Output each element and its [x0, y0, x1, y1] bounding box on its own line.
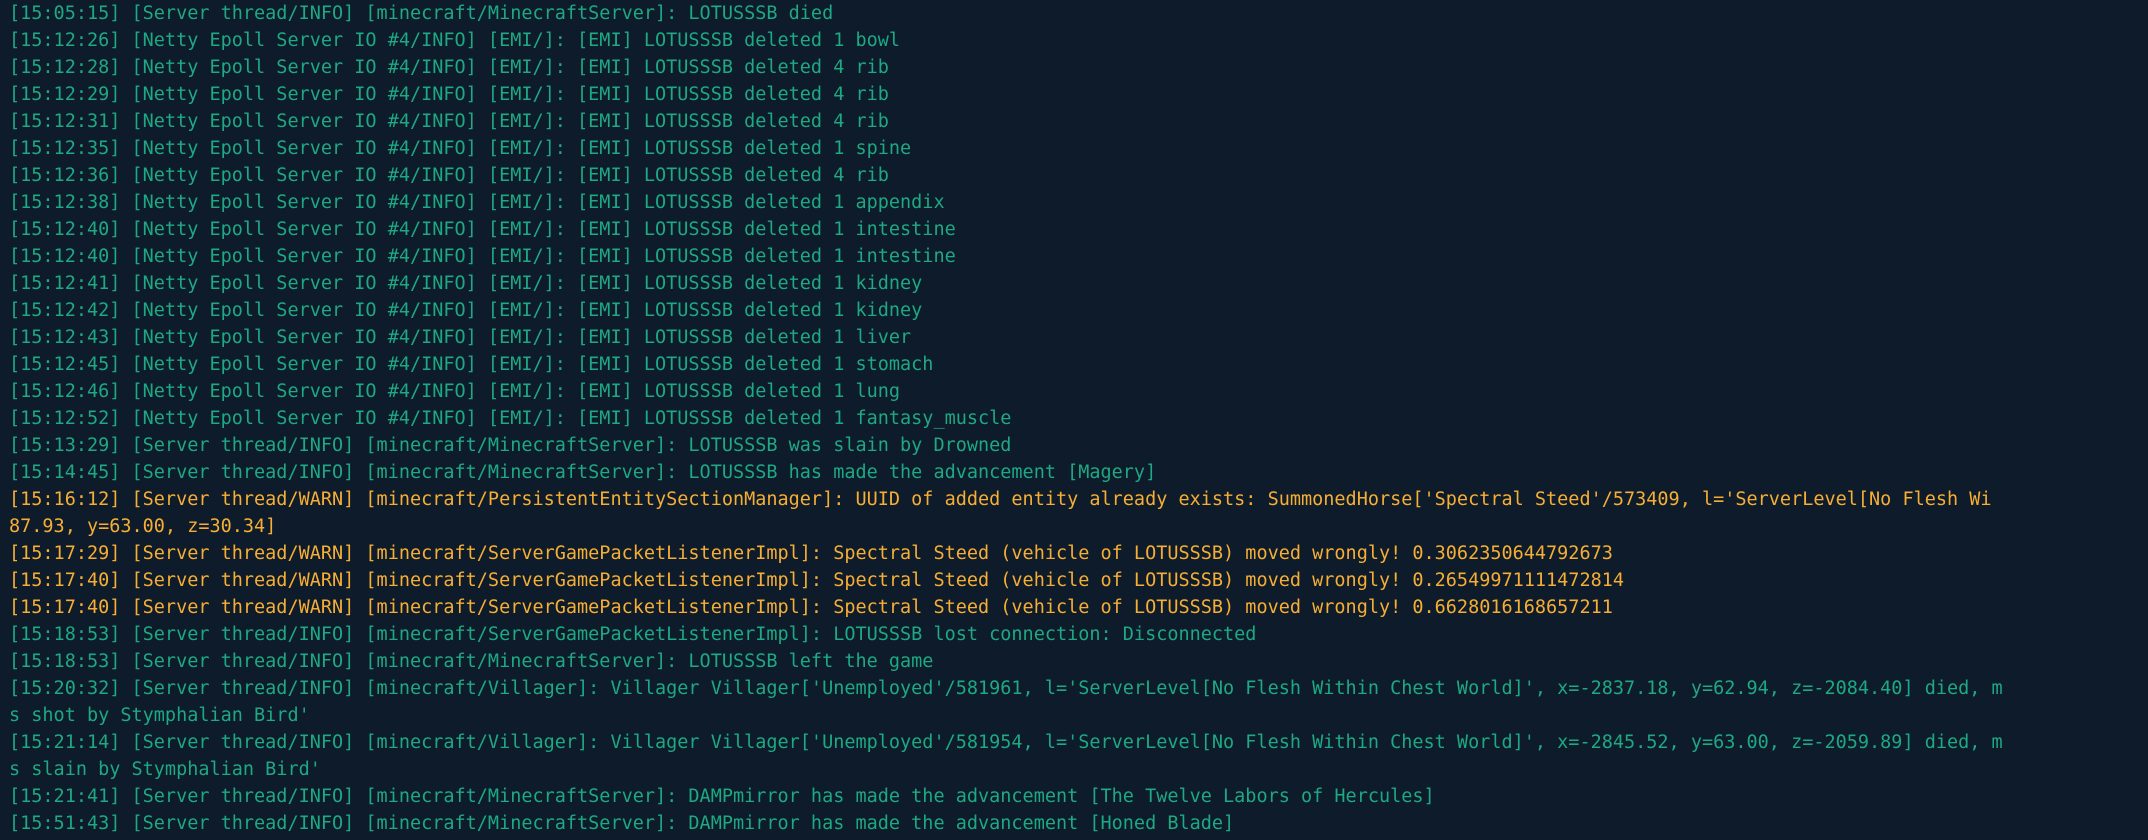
log-line-info: s slain by Stymphalian Bird': [9, 759, 321, 780]
log-line-info: [15:51:43] [Server thread/INFO] [minecra…: [9, 813, 1235, 834]
log-line-info: [15:14:45] [Server thread/INFO] [minecra…: [9, 462, 1157, 483]
log-line-info: [15:12:31] [Netty Epoll Server IO #4/INF…: [9, 111, 889, 132]
log-line-info: [15:21:41] [Server thread/INFO] [minecra…: [9, 786, 1435, 807]
log-line-info: [15:12:52] [Netty Epoll Server IO #4/INF…: [9, 408, 1012, 429]
log-line-warn: [15:17:29] [Server thread/WARN] [minecra…: [9, 543, 1613, 564]
log-line-info: [15:20:32] [Server thread/INFO] [minecra…: [9, 678, 2003, 699]
log-line-info: [15:12:38] [Netty Epoll Server IO #4/INF…: [9, 192, 945, 213]
log-line-info: [15:12:41] [Netty Epoll Server IO #4/INF…: [9, 273, 923, 294]
log-line-info: [15:12:29] [Netty Epoll Server IO #4/INF…: [9, 84, 889, 105]
log-line-info: [15:05:15] [Server thread/INFO] [minecra…: [9, 3, 834, 24]
log-line-info: [15:12:43] [Netty Epoll Server IO #4/INF…: [9, 327, 912, 348]
log-line-info: [15:12:35] [Netty Epoll Server IO #4/INF…: [9, 138, 912, 159]
log-line-info: [15:12:42] [Netty Epoll Server IO #4/INF…: [9, 300, 923, 321]
log-line-info: [15:12:28] [Netty Epoll Server IO #4/INF…: [9, 57, 889, 78]
log-line-warn: [15:16:12] [Server thread/WARN] [minecra…: [9, 489, 1992, 510]
log-line-info: [15:13:29] [Server thread/INFO] [minecra…: [9, 435, 1012, 456]
log-line-info: [15:12:45] [Netty Epoll Server IO #4/INF…: [9, 354, 934, 375]
server-console-output[interactable]: [15:05:15] [Server thread/INFO] [minecra…: [0, 0, 2148, 840]
log-line-info: s shot by Stymphalian Bird': [9, 705, 310, 726]
log-line-warn: [15:17:40] [Server thread/WARN] [minecra…: [9, 597, 1613, 618]
log-line-info: [15:18:53] [Server thread/INFO] [minecra…: [9, 624, 1257, 645]
log-line-info: [15:18:53] [Server thread/INFO] [minecra…: [9, 651, 934, 672]
log-line-info: [15:21:14] [Server thread/INFO] [minecra…: [9, 732, 2003, 753]
log-line-info: [15:12:46] [Netty Epoll Server IO #4/INF…: [9, 381, 901, 402]
log-line-warn: 87.93, y=63.00, z=30.34]: [9, 516, 277, 537]
log-line-info: [15:12:40] [Netty Epoll Server IO #4/INF…: [9, 246, 956, 267]
log-line-warn: [15:17:40] [Server thread/WARN] [minecra…: [9, 570, 1625, 591]
log-line-info: [15:12:40] [Netty Epoll Server IO #4/INF…: [9, 219, 956, 240]
log-line-info: [15:12:36] [Netty Epoll Server IO #4/INF…: [9, 165, 889, 186]
log-line-info: [15:12:26] [Netty Epoll Server IO #4/INF…: [9, 30, 901, 51]
